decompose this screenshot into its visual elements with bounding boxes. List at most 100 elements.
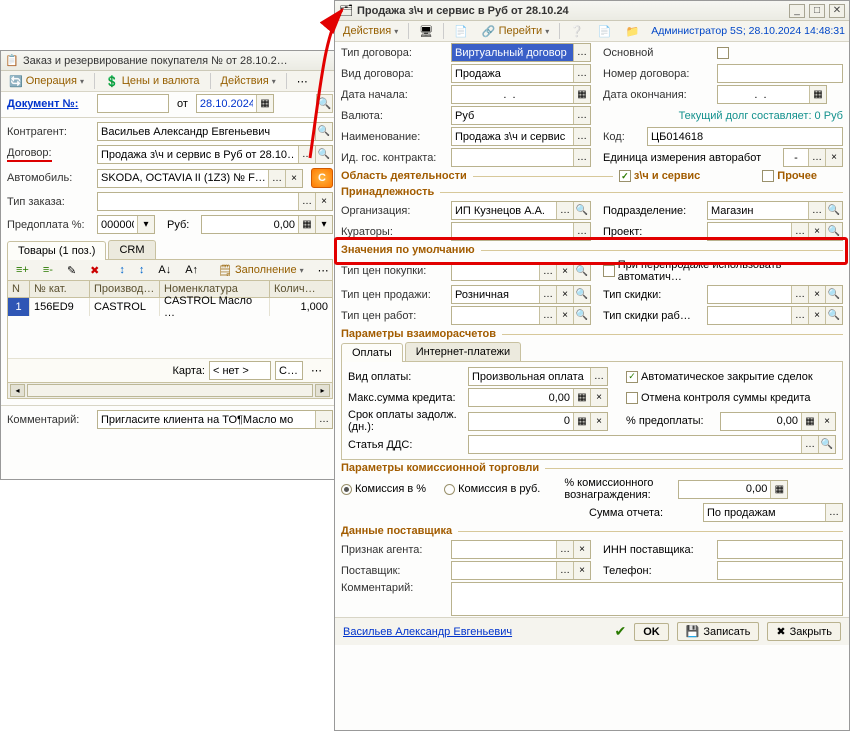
calendar-icon[interactable]: ▦ — [573, 86, 590, 103]
col-n[interactable]: N — [8, 281, 30, 297]
table-row[interactable]: 1 156ED9 CASTROL CASTROL Масло … 1,000 — [8, 298, 332, 316]
clear-icon[interactable]: × — [808, 223, 825, 240]
clear-icon[interactable]: × — [315, 193, 332, 210]
dots-icon[interactable]: … — [573, 65, 590, 82]
del-row-icon[interactable]: ≡- — [39, 263, 57, 277]
tcr-input[interactable]: …×🔍 — [451, 306, 591, 325]
icon-btn-2[interactable]: 📄 — [450, 24, 472, 39]
dots-icon[interactable]: … — [573, 128, 590, 145]
dots-icon[interactable]: … — [808, 202, 825, 219]
pagent-input[interactable]: …× — [451, 540, 591, 559]
dots-icon[interactable]: … — [268, 170, 285, 187]
org-input[interactable]: …🔍 — [451, 201, 591, 220]
sort-asc-icon[interactable]: A↓ — [154, 263, 175, 277]
calendar-icon[interactable]: ▦ — [809, 86, 826, 103]
tcp-input[interactable]: …×🔍 — [451, 262, 591, 281]
icon-btn-1[interactable]: 🖥 — [415, 24, 437, 39]
project-input[interactable]: …×🔍 — [707, 222, 843, 241]
tel-input[interactable] — [717, 561, 843, 580]
prepay-sum-input[interactable]: ▦▾ — [201, 215, 333, 234]
sumotch-input[interactable]: … — [703, 503, 843, 522]
osnov-checkbox[interactable] — [717, 47, 729, 59]
dots-icon[interactable]: … — [298, 146, 315, 163]
tcs-input[interactable]: …×🔍 — [451, 285, 591, 304]
tskid-input[interactable]: …×🔍 — [707, 285, 843, 304]
icon-btn-4[interactable]: 📁 — [622, 24, 644, 39]
viddog-input[interactable]: … — [451, 64, 591, 83]
dn-input[interactable]: ▦ — [451, 85, 591, 104]
kod-input[interactable] — [647, 127, 843, 146]
close-button[interactable]: ✕ — [829, 4, 845, 18]
pctpre-input[interactable]: ▦× — [720, 412, 836, 431]
actions-menu-left[interactable]: Действия ▾ — [217, 74, 280, 88]
edizm-input[interactable]: …× — [783, 148, 843, 167]
nomer-input[interactable] — [717, 64, 843, 83]
goto-menu[interactable]: 🔗Перейти ▾ — [478, 24, 553, 39]
cb-prochee[interactable]: Прочее — [762, 170, 817, 182]
actions-menu-right[interactable]: Действия ▾ — [339, 24, 402, 38]
clear-icon[interactable]: × — [825, 149, 842, 166]
btn-more3[interactable]: ⋯ — [307, 363, 326, 378]
tab-oplaty[interactable]: Оплаты — [341, 343, 403, 362]
dots-icon[interactable]: … — [315, 411, 332, 428]
prepay-pct-input[interactable]: ▾ — [97, 215, 155, 234]
move-up-icon[interactable]: ↕ — [115, 263, 129, 277]
komm-input[interactable] — [451, 582, 843, 616]
doc-lookup-icon[interactable]: 🔍 — [316, 94, 333, 113]
kurat-input[interactable]: … — [451, 222, 591, 241]
radio-kom-pct[interactable]: Комиссия в % — [341, 483, 426, 495]
tsr-input[interactable]: …×🔍 — [707, 306, 843, 325]
idgos-input[interactable]: … — [451, 148, 591, 167]
save-button[interactable]: 💾Записать — [677, 622, 760, 641]
contragent-input[interactable]: 🔍 — [97, 122, 333, 141]
naim-input[interactable]: … — [451, 127, 591, 146]
sort-desc-icon[interactable]: A↑ — [181, 263, 202, 277]
dots-icon[interactable]: … — [573, 149, 590, 166]
tipdog-input[interactable]: … — [451, 43, 591, 62]
icon-btn-3[interactable]: 📄 — [594, 24, 616, 39]
move-down-icon[interactable]: ↕ — [135, 263, 149, 277]
inn-input[interactable] — [717, 540, 843, 559]
maxsum-input[interactable]: ▦× — [468, 388, 608, 407]
help-icon[interactable]: ❔ — [566, 24, 588, 39]
karta-input[interactable] — [209, 361, 271, 380]
dogovor-input[interactable]: …🔍 — [97, 145, 333, 164]
cb-pereprod[interactable]: При перепродаже использовать автоматич… — [603, 259, 843, 283]
dots-icon[interactable]: … — [573, 44, 590, 61]
dots-icon[interactable]: … — [573, 223, 590, 240]
karta-extra[interactable] — [275, 361, 303, 380]
doc-date-input[interactable]: ▦ — [196, 94, 274, 113]
price-currency-menu[interactable]: 💲Цены и валюта — [101, 74, 204, 89]
radio-kom-rub[interactable]: Комиссия в руб. — [444, 483, 540, 495]
tab-inet[interactable]: Интернет-платежи — [405, 342, 521, 361]
add-row-icon[interactable]: ≡+ — [12, 263, 33, 277]
spinner-icon[interactable]: ▾ — [315, 216, 332, 233]
operation-menu[interactable]: 🔄Операция ▾ — [5, 74, 88, 89]
spinner-icon[interactable]: ▾ — [137, 216, 154, 233]
ok-button[interactable]: OK — [634, 623, 669, 641]
fill-menu[interactable]: 🗒 Заполнение ▾ — [214, 263, 308, 278]
lookup-icon[interactable]: 🔍 — [825, 223, 842, 240]
col-qty[interactable]: Колич… — [270, 281, 332, 297]
clear-icon[interactable]: × — [285, 170, 302, 187]
btn-more2[interactable]: ⋯ — [314, 263, 333, 278]
col-kat[interactable]: № кат. — [30, 281, 90, 297]
h-scrollbar[interactable]: ◂▸ — [8, 382, 332, 398]
dots-icon[interactable]: … — [573, 107, 590, 124]
dots-icon[interactable]: … — [298, 193, 315, 210]
do-input[interactable]: ▦ — [717, 85, 827, 104]
komvozn-input[interactable]: ▦ — [678, 480, 788, 499]
calc-icon[interactable]: ▦ — [298, 216, 315, 233]
supp-input[interactable]: …× — [451, 561, 591, 580]
close-button-bottom[interactable]: ✖Закрыть — [767, 622, 841, 641]
select-auto-button[interactable]: C — [311, 168, 333, 188]
minimize-button[interactable]: _ — [789, 4, 805, 18]
col-prod[interactable]: Производ… — [90, 281, 160, 297]
vidopl-input[interactable]: … — [468, 367, 608, 386]
cb-zch[interactable]: ✓з\ч и сервис — [619, 170, 700, 182]
auto-input[interactable]: …× — [97, 169, 303, 188]
edit-row-icon[interactable]: ✎ — [63, 263, 80, 278]
val-input[interactable]: … — [451, 106, 591, 125]
delete-icon[interactable]: ✖ — [86, 263, 103, 278]
dots-icon[interactable]: … — [556, 202, 573, 219]
